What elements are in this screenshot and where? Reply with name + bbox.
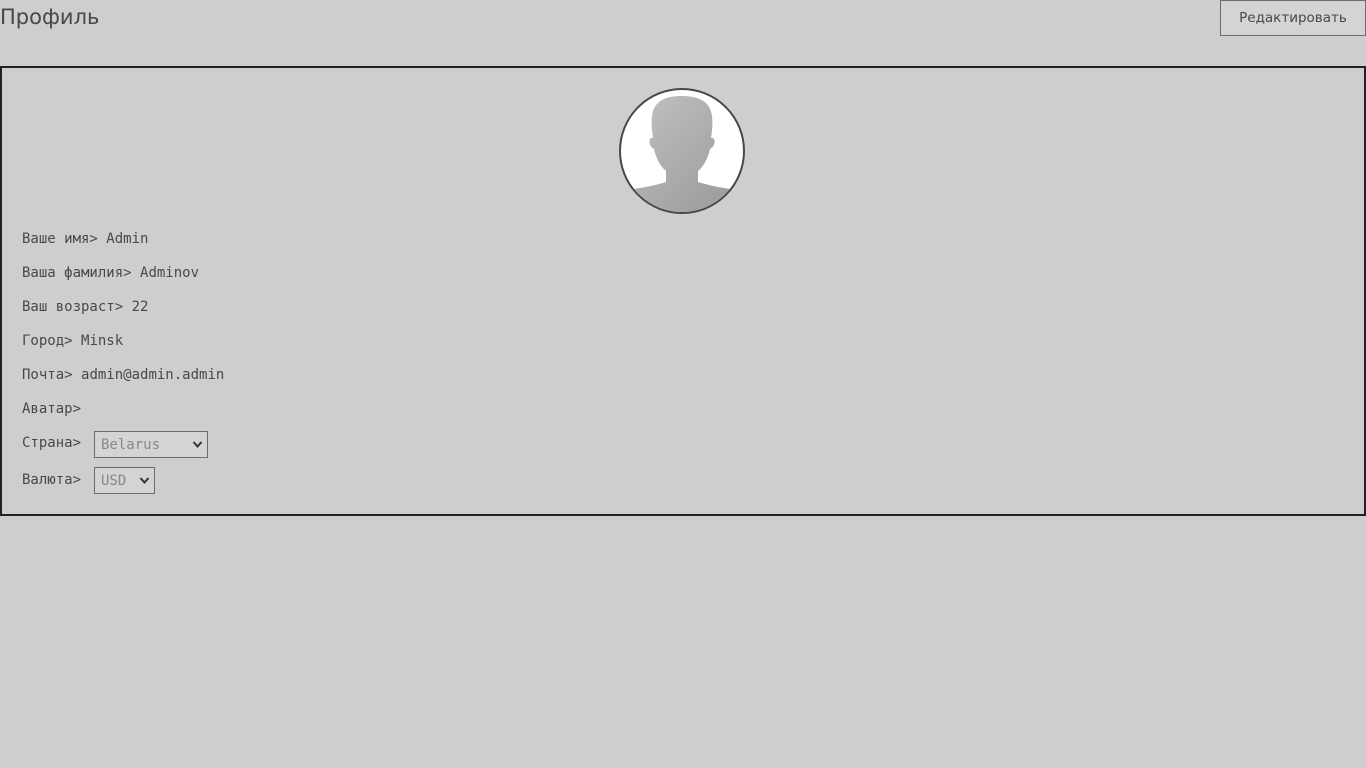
chevron-down-icon — [192, 441, 203, 449]
edit-button[interactable]: Редактировать — [1220, 0, 1366, 36]
country-select[interactable]: Belarus — [94, 431, 208, 458]
city-value: Minsk — [81, 333, 124, 349]
avatar — [619, 88, 745, 214]
profile-card: Ваше имя> Admin Ваша фамилия> Adminov Ва… — [0, 66, 1366, 516]
avatar-label: Аватар> — [22, 401, 82, 417]
age-field: Ваш возраст> 22 — [22, 298, 148, 316]
user-silhouette-icon — [621, 96, 743, 212]
name-field: Ваше имя> Admin — [22, 230, 148, 248]
chevron-down-icon — [139, 477, 150, 485]
name-value: Admin — [106, 231, 149, 247]
currency-label: Валюта> — [22, 472, 82, 488]
email-field: Почта> admin@admin.admin — [22, 366, 224, 384]
city-field: Город> Minsk — [22, 332, 123, 350]
age-label: Ваш возраст> — [22, 299, 124, 315]
page-title: Профиль — [0, 5, 100, 29]
country-select-value: Belarus — [101, 437, 161, 453]
email-value: admin@admin.admin — [81, 367, 225, 383]
surname-label: Ваша фамилия> — [22, 265, 132, 281]
surname-value: Adminov — [140, 265, 200, 281]
email-label: Почта> — [22, 367, 73, 383]
currency-select-value: USD — [101, 473, 127, 489]
avatar-field: Аватар> — [22, 400, 81, 418]
city-label: Город> — [22, 333, 73, 349]
age-value: 22 — [131, 299, 149, 315]
surname-field: Ваша фамилия> Adminov — [22, 264, 199, 282]
name-label: Ваше имя> — [22, 231, 98, 247]
currency-select[interactable]: USD — [94, 467, 155, 494]
country-label: Страна> — [22, 435, 82, 451]
